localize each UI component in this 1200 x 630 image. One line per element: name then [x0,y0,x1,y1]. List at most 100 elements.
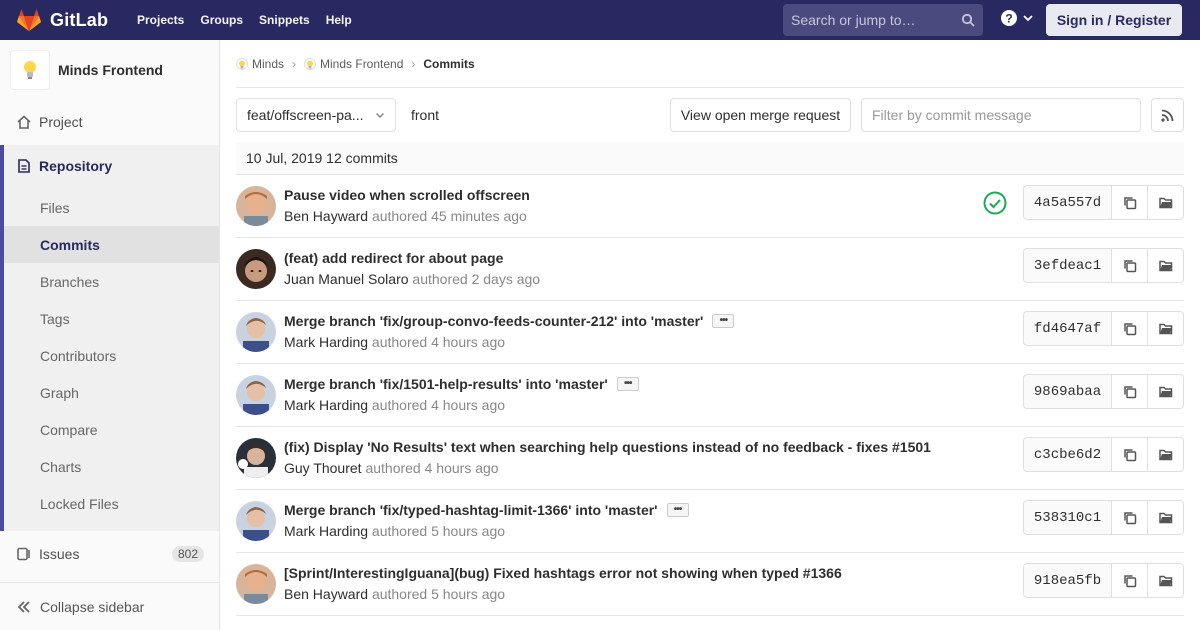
author-avatar[interactable] [236,438,276,478]
browse-files-button[interactable] [1148,563,1184,598]
nav-help[interactable]: Help [318,0,360,40]
commit-author[interactable]: Juan Manuel Solaro [284,271,409,287]
nav-projects[interactable]: Projects [129,0,192,40]
commit-sha-group: 9869abaa [1023,374,1184,409]
commit-row: Merge branch 'fix/group-convo-feeds-coun… [236,301,1184,364]
commit-meta: Ben Hayward authored 45 minutes ago [284,208,527,224]
nav-groups[interactable]: Groups [192,0,251,40]
gitlab-home-link[interactable]: GitLab [16,8,113,32]
gitlab-logo-icon [17,9,41,31]
copy-sha-button[interactable] [1112,248,1148,283]
project-sidebar: Minds Frontend Project Repository Files … [0,40,220,630]
author-avatar[interactable] [236,564,276,604]
commit-title[interactable]: (feat) add redirect for about page [284,250,503,266]
commit-title[interactable]: Merge branch 'fix/typed-hashtag-limit-13… [284,502,689,518]
sidebar-item-repository[interactable]: Repository [0,145,219,187]
expand-description-button[interactable]: ••• [666,503,689,517]
author-avatar[interactable] [236,312,276,352]
search-input[interactable]: Search or jump to… [783,4,983,36]
sidebar-item-graph[interactable]: Graph [4,374,219,411]
breadcrumb: Minds › Minds Frontend › Commits [236,48,475,80]
breadcrumb-project-label: Minds Frontend [320,57,404,71]
copy-sha-button[interactable] [1112,311,1148,346]
commit-filter-input[interactable] [861,98,1141,132]
commit-sha[interactable]: 4a5a557d [1023,185,1112,220]
commit-title[interactable]: Merge branch 'fix/1501-help-results' int… [284,376,639,392]
browse-files-button[interactable] [1148,374,1184,409]
copy-sha-button[interactable] [1112,563,1148,598]
commit-sha[interactable]: 918ea5fb [1023,563,1112,598]
copy-sha-button[interactable] [1112,437,1148,472]
commit-time: 5 hours ago [431,586,506,602]
commit-title[interactable]: Merge branch 'fix/group-convo-feeds-coun… [284,313,735,329]
search-icon [961,13,975,27]
brand-name: GitLab [50,9,109,30]
commit-sha-group: 4a5a557d [1023,185,1184,220]
pipeline-passed-icon[interactable] [983,191,1007,215]
author-avatar[interactable] [236,501,276,541]
author-avatar[interactable] [236,186,276,226]
nav-snippets[interactable]: Snippets [251,0,318,40]
commit-author[interactable]: Mark Harding [284,334,368,350]
commit-sha[interactable]: 538310c1 [1023,500,1112,535]
breadcrumb-current[interactable]: Commits [423,57,474,71]
view-merge-request-button[interactable]: View open merge request [670,98,851,132]
path-label[interactable]: front [411,107,439,123]
rss-feed-button[interactable] [1151,98,1184,132]
commit-author[interactable]: Mark Harding [284,523,368,539]
author-avatar[interactable] [236,375,276,415]
browse-files-button[interactable] [1148,185,1184,220]
chevron-down-icon [1023,15,1033,22]
commit-author[interactable]: Mark Harding [284,397,368,413]
sidebar-item-branches[interactable]: Branches [4,263,219,300]
commit-title[interactable]: (fix) Display 'No Results' text when sea… [284,439,931,455]
commit-author[interactable]: Guy Thouret [284,460,362,476]
sidebar-item-charts[interactable]: Charts [4,448,219,485]
breadcrumb-project[interactable]: Minds Frontend [304,57,403,71]
browse-files-button[interactable] [1148,437,1184,472]
authored-label: authored [371,208,428,224]
document-icon [16,158,32,174]
divider [236,87,1184,88]
project-header[interactable]: Minds Frontend [0,40,219,100]
commit-sha[interactable]: 9869abaa [1023,374,1112,409]
authored-label: authored [412,271,468,287]
collapse-sidebar-button[interactable]: Collapse sidebar [0,582,219,630]
commit-author[interactable]: Ben Hayward [284,208,368,224]
browse-files-button[interactable] [1148,248,1184,283]
commit-meta: Mark Harding authored 4 hours ago [284,334,505,350]
commit-title[interactable]: Pause video when scrolled offscreen [284,187,530,203]
folder-open-icon [1158,512,1172,523]
breadcrumb-group[interactable]: Minds [236,57,284,71]
browse-files-button[interactable] [1148,311,1184,346]
commit-sha[interactable]: c3cbe6d2 [1023,437,1112,472]
commit-sha[interactable]: 3efdeac1 [1023,248,1112,283]
authored-label: authored [371,397,428,413]
copy-sha-button[interactable] [1112,374,1148,409]
commit-title[interactable]: [Sprint/InterestingIguana](bug) Fixed ha… [284,565,842,581]
copy-sha-button[interactable] [1112,500,1148,535]
help-dropdown[interactable]: ? [1000,9,1034,27]
branch-dropdown[interactable]: feat/offscreen-pa... [236,98,396,132]
expand-description-button[interactable]: ••• [712,314,735,328]
commit-sha-group: 3efdeac1 [1023,248,1184,283]
commit-author[interactable]: Ben Hayward [284,586,368,602]
sidebar-item-compare[interactable]: Compare [4,411,219,448]
expand-description-button[interactable]: ••• [616,377,639,391]
commit-row: Merge branch 'fix/1501-help-results' int… [236,364,1184,427]
sidebar-item-project[interactable]: Project [0,102,219,142]
sidebar-item-locked-files[interactable]: Locked Files [4,485,219,522]
sidebar-item-issues[interactable]: Issues 802 [0,534,219,574]
copy-icon [1123,322,1136,335]
author-avatar[interactable] [236,249,276,289]
home-icon [16,114,32,130]
sidebar-item-contributors[interactable]: Contributors [4,337,219,374]
sign-in-button[interactable]: Sign in / Register [1046,4,1182,36]
project-avatar [10,50,50,90]
sidebar-item-files[interactable]: Files [4,189,219,226]
sidebar-item-tags[interactable]: Tags [4,300,219,337]
browse-files-button[interactable] [1148,500,1184,535]
copy-sha-button[interactable] [1112,185,1148,220]
commit-sha[interactable]: fd4647af [1023,311,1112,346]
sidebar-item-commits[interactable]: Commits [4,226,219,263]
